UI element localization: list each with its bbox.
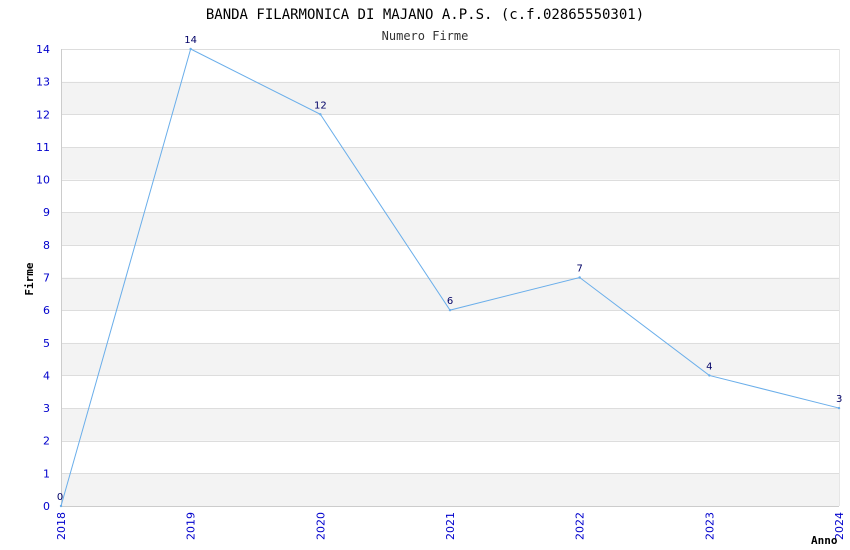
y-tick-label: 10: [36, 174, 50, 187]
y-tick-label: 7: [43, 272, 50, 285]
x-tick-labels: 2018 2019 2020 2021 2022 2023 2024: [55, 512, 846, 540]
data-point: [578, 276, 581, 279]
y-tick-label: 4: [43, 369, 50, 382]
data-label: 14: [184, 35, 197, 46]
chart-title: BANDA FILARMONICA DI MAJANO A.P.S. (c.f.…: [206, 7, 644, 23]
data-label: 12: [314, 100, 327, 111]
data-point: [319, 113, 322, 116]
y-tick-label: 13: [36, 76, 50, 89]
y-tick-label: 0: [43, 500, 50, 513]
data-point: [448, 308, 452, 312]
grid-band: [61, 212, 839, 245]
y-tick-label: 1: [43, 467, 50, 480]
x-tick-label: 2018: [55, 512, 68, 540]
data-label: 6: [447, 296, 453, 307]
grid-band: [61, 49, 839, 82]
grid-band: [61, 440, 839, 474]
grid-band: [61, 179, 839, 213]
y-tick-label: 8: [43, 239, 50, 252]
data-label: 4: [706, 361, 712, 372]
data-point: [189, 47, 192, 51]
grid-band: [61, 408, 839, 441]
y-tick-label: 12: [36, 108, 50, 121]
chart: BANDA FILARMONICA DI MAJANO A.P.S. (c.f.…: [23, 7, 846, 547]
data-label: 0: [57, 492, 63, 503]
grid-band: [61, 244, 839, 278]
x-tick-label: 2022: [574, 512, 587, 540]
y-tick-label: 5: [43, 337, 50, 350]
data-label: 7: [576, 264, 582, 275]
x-axis-label: Anno: [811, 534, 838, 547]
chart-subtitle: Numero Firme: [382, 29, 469, 43]
data-point: [837, 406, 841, 410]
grid-band: [61, 81, 839, 115]
grid-band: [61, 375, 839, 409]
y-axis-label: Firme: [23, 262, 36, 295]
data-point: [59, 504, 63, 508]
grid-band: [61, 146, 839, 180]
grid-band: [61, 114, 839, 147]
y-tick-labels: 01234567891011121314: [36, 43, 50, 513]
grid-band: [61, 473, 839, 506]
y-tick-label: 2: [43, 435, 50, 448]
x-tick-label: 2023: [703, 512, 716, 540]
grid-band: [61, 310, 839, 343]
grid-band: [61, 342, 839, 376]
y-tick-label: 6: [43, 304, 50, 317]
x-tick-label: 2019: [185, 512, 198, 540]
x-tick-label: 2020: [314, 512, 327, 540]
y-tick-label: 3: [43, 402, 50, 415]
data-label: 3: [836, 394, 842, 405]
y-tick-label: 11: [36, 141, 50, 154]
y-tick-label: 14: [36, 43, 50, 56]
x-tick-label: 2021: [444, 512, 457, 540]
grid-bands: [61, 49, 839, 506]
data-point: [708, 374, 711, 377]
y-tick-label: 9: [43, 206, 50, 219]
